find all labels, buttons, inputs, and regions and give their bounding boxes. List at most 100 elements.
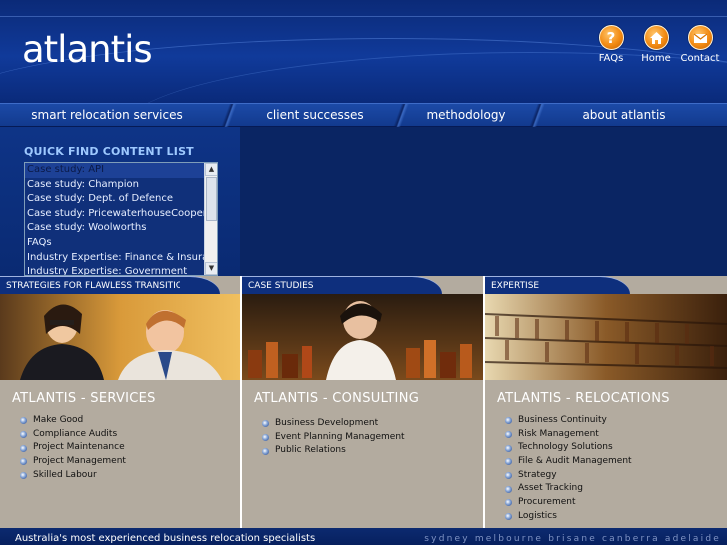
relocations-list: Business Continuity Risk Management Tech…: [505, 414, 632, 524]
column-tab[interactable]: CASE STUDIES: [242, 276, 417, 294]
list-item-label[interactable]: Make Good: [33, 414, 83, 428]
list-item[interactable]: Procurement: [505, 496, 632, 510]
list-item[interactable]: Case study: Dept. of Defence: [25, 192, 205, 207]
bullet-icon: [505, 444, 512, 452]
column-tab[interactable]: STRATEGIES FOR FLAWLESS TRANSITION: [0, 276, 195, 294]
faqs-link[interactable]: ? FAQs: [586, 25, 636, 64]
listbox-scrollbar[interactable]: ▲ ▼: [204, 163, 217, 275]
quick-find-items: Case study: API Case study: Champion Cas…: [25, 163, 205, 275]
scroll-down-arrow-icon[interactable]: ▼: [205, 262, 217, 275]
tab-curve: [180, 276, 220, 294]
nav-divider: [214, 104, 244, 127]
list-item[interactable]: Industry Expertise: Government: [25, 265, 205, 275]
column-title: ATLANTIS - SERVICES: [12, 391, 156, 406]
bullet-icon: [262, 447, 269, 455]
list-item[interactable]: Case study: API: [25, 163, 205, 178]
bullet-icon: [505, 472, 512, 480]
list-item[interactable]: Asset Tracking: [505, 482, 632, 496]
consulting-column: CASE STUDIES ATLANTIS - CONSULTING Busin…: [242, 276, 483, 528]
envelope-icon[interactable]: [687, 25, 713, 50]
site-logo[interactable]: atlantis: [22, 28, 153, 71]
list-item-label[interactable]: Technology Solutions: [518, 441, 613, 455]
site-header: atlantis ? FAQs Home Contact: [0, 0, 727, 103]
list-item-label[interactable]: Asset Tracking: [518, 482, 583, 496]
bullet-icon: [20, 417, 27, 425]
relocations-column: EXPERTISE ATLANTIS - RELOCATIONS Busines…: [485, 276, 727, 528]
footer-tagline: Australia's most experienced business re…: [15, 533, 316, 544]
list-item[interactable]: Strategy: [505, 469, 632, 483]
list-item-label[interactable]: Procurement: [518, 496, 576, 510]
column-tab[interactable]: EXPERTISE: [485, 276, 605, 294]
list-item[interactable]: Compliance Audits: [20, 428, 126, 442]
nav-smart-relocation-services[interactable]: smart relocation services: [0, 104, 214, 127]
quick-find-listbox[interactable]: Case study: API Case study: Champion Cas…: [24, 162, 218, 276]
main-nav: smart relocation services client success…: [0, 103, 727, 127]
contact-link[interactable]: Contact: [675, 25, 725, 64]
home-link[interactable]: Home: [631, 25, 681, 64]
list-item[interactable]: Case study: PricewaterhouseCoopers: [25, 206, 205, 222]
bullet-icon: [505, 485, 512, 493]
bullet-icon: [505, 513, 512, 521]
list-item[interactable]: File & Audit Management: [505, 455, 632, 469]
list-item-label[interactable]: Business Development: [275, 417, 378, 431]
list-item[interactable]: Business Development: [262, 417, 405, 431]
list-item[interactable]: Project Management: [20, 455, 126, 469]
site-footer: Australia's most experienced business re…: [0, 528, 727, 545]
bullet-icon: [505, 499, 512, 507]
list-item[interactable]: Case study: Woolworths: [25, 221, 205, 236]
bullet-icon: [505, 431, 512, 439]
tab-curve: [402, 276, 442, 294]
list-item[interactable]: Event Planning Management: [262, 431, 405, 445]
list-item[interactable]: Business Continuity: [505, 414, 632, 428]
list-item-label[interactable]: Strategy: [518, 469, 557, 483]
laboratory-photo: [242, 294, 483, 380]
list-item-label[interactable]: Logistics: [518, 510, 557, 524]
list-item-label[interactable]: Project Management: [33, 455, 126, 469]
list-item[interactable]: Case study: Champion: [25, 177, 205, 193]
house-icon[interactable]: [643, 25, 669, 50]
contact-label[interactable]: Contact: [681, 53, 720, 64]
scroll-thumb[interactable]: [206, 177, 217, 221]
home-label[interactable]: Home: [641, 53, 671, 64]
bullet-icon: [505, 417, 512, 425]
library-shelves-photo: [485, 294, 727, 380]
bullet-icon: [262, 434, 269, 442]
list-item[interactable]: Make Good: [20, 414, 126, 428]
list-item-label[interactable]: File & Audit Management: [518, 455, 632, 469]
quick-find-title: QUICK FIND CONTENT LIST: [24, 145, 194, 158]
header-rule: [0, 16, 727, 17]
column-title: ATLANTIS - CONSULTING: [254, 391, 420, 406]
list-item-label[interactable]: Project Maintenance: [33, 441, 125, 455]
consulting-list: Business Development Event Planning Mana…: [262, 417, 405, 458]
question-icon[interactable]: ?: [598, 25, 624, 50]
list-item[interactable]: FAQs: [25, 235, 205, 251]
bullet-icon: [20, 444, 27, 452]
list-item-label[interactable]: Event Planning Management: [275, 431, 405, 445]
bullet-icon: [20, 472, 27, 480]
list-item-label[interactable]: Public Relations: [275, 444, 346, 458]
list-item-label[interactable]: Skilled Labour: [33, 469, 97, 483]
nav-about-atlantis[interactable]: about atlantis: [548, 104, 700, 127]
services-list: Make Good Compliance Audits Project Main…: [20, 414, 126, 482]
column-title: ATLANTIS - RELOCATIONS: [497, 391, 670, 406]
list-item-label[interactable]: Compliance Audits: [33, 428, 117, 442]
list-item[interactable]: Public Relations: [262, 444, 405, 458]
nav-methodology[interactable]: methodology: [410, 104, 522, 127]
nav-client-successes[interactable]: client successes: [244, 104, 386, 127]
list-item[interactable]: Logistics: [505, 510, 632, 524]
list-item[interactable]: Project Maintenance: [20, 441, 126, 455]
list-item-label[interactable]: Business Continuity: [518, 414, 607, 428]
business-people-photo: [0, 294, 241, 380]
bullet-icon: [20, 431, 27, 439]
banner-area: [240, 127, 727, 277]
scroll-up-arrow-icon[interactable]: ▲: [205, 163, 217, 176]
list-item-label[interactable]: Risk Management: [518, 428, 599, 442]
bullet-icon: [262, 420, 269, 428]
list-item[interactable]: Industry Expertise: Finance & Insurance: [25, 250, 205, 266]
faqs-label[interactable]: FAQs: [599, 53, 624, 64]
tab-curve: [590, 276, 630, 294]
list-item[interactable]: Technology Solutions: [505, 441, 632, 455]
list-item[interactable]: Skilled Labour: [20, 469, 126, 483]
services-column: STRATEGIES FOR FLAWLESS TRANSITION ATLAN…: [0, 276, 241, 528]
list-item[interactable]: Risk Management: [505, 428, 632, 442]
